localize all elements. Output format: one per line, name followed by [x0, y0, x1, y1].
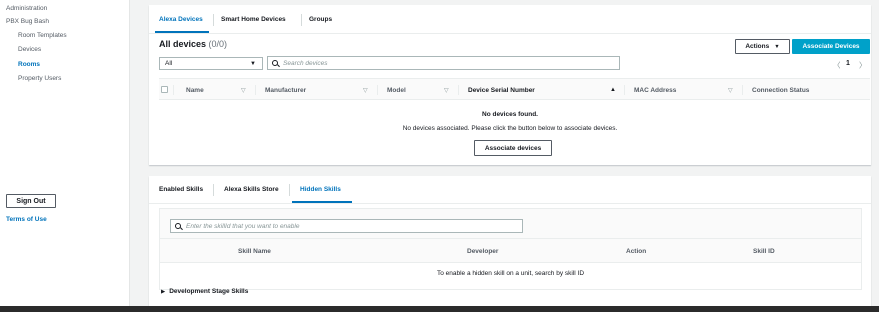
- development-stage-skills-label: Development Stage Skills: [169, 288, 249, 295]
- search-placeholder: Search devices: [283, 59, 328, 67]
- column-header-developer: Developer: [467, 248, 499, 255]
- sidebar-item-administration[interactable]: Administration: [6, 5, 47, 12]
- tab-separator: [301, 14, 302, 26]
- sidebar-item-pbx-bug-bash[interactable]: PBX Bug Bash: [6, 18, 49, 25]
- tab-alexa-skills-store[interactable]: Alexa Skills Store: [224, 186, 279, 193]
- sign-out-button[interactable]: Sign Out: [6, 194, 56, 208]
- tab-enabled-skills[interactable]: Enabled Skills: [159, 186, 203, 193]
- devices-count: (0/0): [208, 39, 228, 49]
- hidden-skills-container: Enter the skillId that you want to enabl…: [159, 208, 862, 290]
- column-header-mac-address[interactable]: MAC Address: [634, 87, 676, 94]
- devices-title: All devices: [159, 39, 207, 49]
- tab-separator: [213, 14, 214, 26]
- skills-panel: Enabled Skills Alexa Skills Store Hidden…: [149, 176, 871, 306]
- empty-state-message: No devices associated. Please click the …: [402, 125, 618, 132]
- column-separator: [742, 85, 743, 95]
- page-title: All devices (0/0): [159, 39, 227, 49]
- search-devices-input[interactable]: Search devices: [267, 56, 620, 70]
- sidebar-item-property-users[interactable]: Property Users: [18, 75, 61, 82]
- column-header-manufacturer[interactable]: Manufacturer: [265, 87, 306, 94]
- column-separator: [255, 85, 256, 95]
- associate-devices-empty-button[interactable]: Associate devices: [474, 140, 552, 156]
- caret-down-icon: ▼: [250, 61, 256, 67]
- sidebar: Administration PBX Bug Bash Room Templat…: [0, 0, 130, 312]
- column-header-skill-name: Skill Name: [238, 248, 271, 255]
- bottom-bar: [0, 306, 879, 312]
- tab-groups[interactable]: Groups: [309, 16, 332, 23]
- search-icon: [175, 222, 182, 230]
- column-separator: [173, 85, 174, 95]
- devices-panel: Alexa Devices Smart Home Devices Groups …: [149, 5, 871, 165]
- tab-separator: [289, 184, 290, 196]
- select-all-checkbox[interactable]: [161, 86, 168, 93]
- skill-id-search-placeholder: Enter the skillId that you want to enabl…: [186, 222, 300, 230]
- terms-of-use-link[interactable]: Terms of Use: [6, 216, 47, 223]
- sort-icon[interactable]: ▽: [444, 87, 449, 94]
- tab-separator: [213, 184, 214, 196]
- column-header-connection-status[interactable]: Connection Status: [752, 87, 809, 94]
- sort-ascending-icon[interactable]: ▲: [610, 87, 616, 93]
- column-header-model[interactable]: Model: [387, 87, 406, 94]
- tabs-divider: [149, 33, 871, 34]
- tab-alexa-devices[interactable]: Alexa Devices: [159, 16, 203, 23]
- prev-page-icon[interactable]: 〈: [833, 60, 841, 71]
- filter-select-value: All: [165, 60, 173, 67]
- column-header-device-serial-number[interactable]: Device Serial Number: [468, 87, 535, 94]
- sort-icon[interactable]: ▽: [241, 87, 246, 94]
- tabs-divider: [149, 203, 871, 204]
- column-separator: [458, 85, 459, 95]
- sidebar-item-room-templates[interactable]: Room Templates: [18, 32, 67, 39]
- next-page-icon[interactable]: 〉: [859, 60, 867, 71]
- hidden-skills-empty-message: To enable a hidden skill on a unit, sear…: [436, 270, 585, 277]
- associate-devices-button[interactable]: Associate Devices: [792, 39, 870, 54]
- caret-down-icon: ▼: [774, 43, 780, 50]
- empty-state-title: No devices found.: [482, 111, 538, 118]
- devices-table-header: Name ▽ Manufacturer ▽ Model ▽ Device Ser…: [159, 78, 870, 100]
- sort-icon[interactable]: ▽: [363, 87, 368, 94]
- column-separator: [377, 85, 378, 95]
- caret-right-icon: ▶: [161, 288, 166, 295]
- tab-hidden-skills[interactable]: Hidden Skills: [300, 186, 341, 193]
- filter-select[interactable]: All ▼: [159, 57, 263, 70]
- column-separator: [624, 85, 625, 95]
- tab-smart-home-devices[interactable]: Smart Home Devices: [221, 16, 286, 23]
- column-header-action: Action: [626, 248, 647, 255]
- actions-label: Actions: [745, 43, 770, 50]
- sidebar-item-devices[interactable]: Devices: [18, 46, 41, 53]
- actions-button[interactable]: Actions ▼: [735, 39, 790, 54]
- development-stage-skills-toggle[interactable]: ▶ Development Stage Skills: [161, 288, 248, 295]
- skill-id-search-input[interactable]: Enter the skillId that you want to enabl…: [170, 219, 523, 233]
- column-header-skill-id: Skill ID: [753, 248, 775, 255]
- sidebar-item-rooms[interactable]: Rooms: [18, 61, 40, 68]
- column-header-name[interactable]: Name: [186, 87, 204, 94]
- skills-table-header: Skill Name Developer Action Skill ID: [160, 239, 861, 263]
- search-icon: [272, 59, 279, 67]
- page-number[interactable]: 1: [846, 60, 850, 67]
- sort-icon[interactable]: ▽: [728, 87, 733, 94]
